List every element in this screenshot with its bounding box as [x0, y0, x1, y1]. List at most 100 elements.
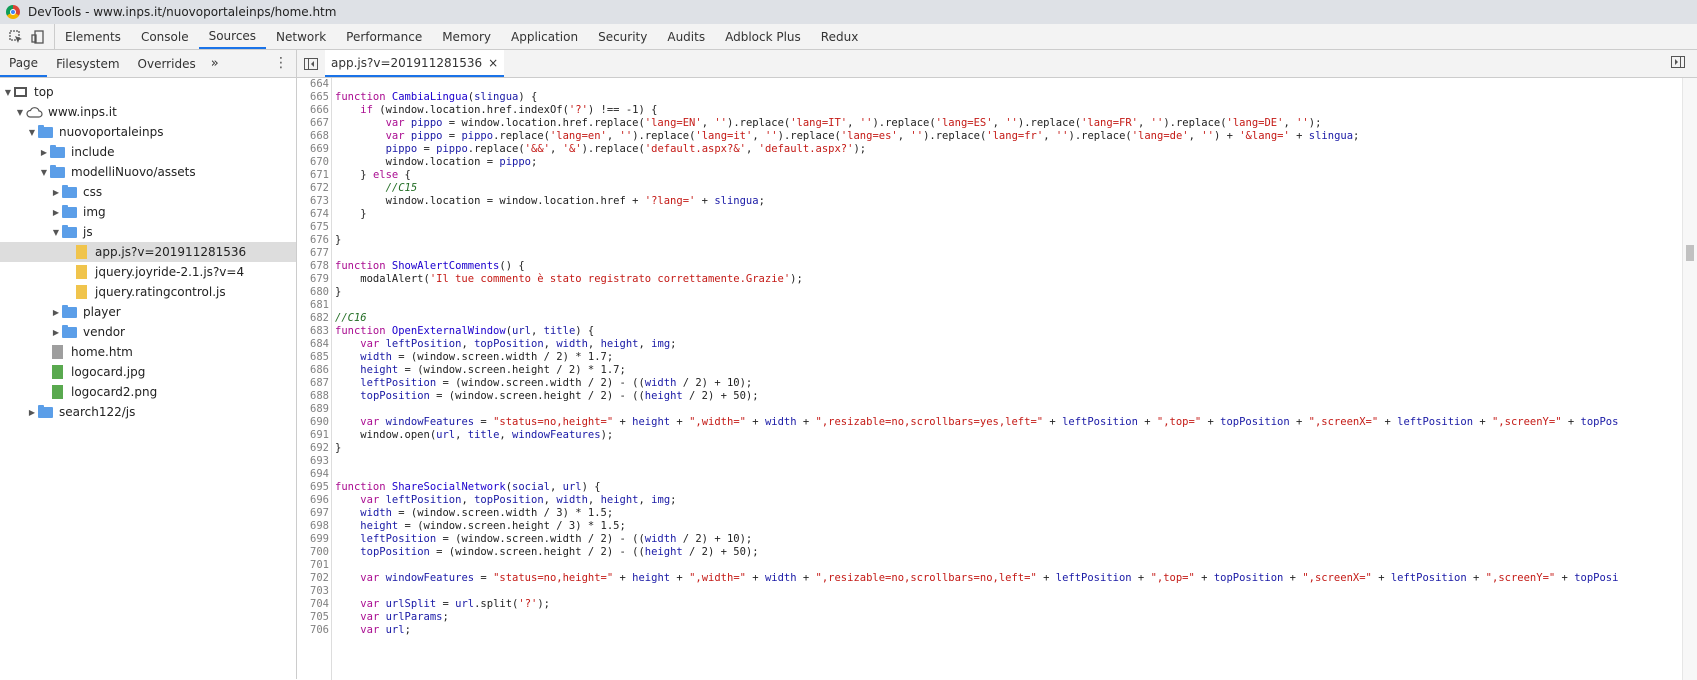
- toggle-navigator-icon[interactable]: [297, 50, 325, 77]
- caret-right-icon[interactable]: ▶: [50, 208, 62, 217]
- line-number[interactable]: 683: [297, 325, 329, 338]
- line-number[interactable]: 702: [297, 572, 329, 585]
- tree-item[interactable]: ▶ vendor: [0, 322, 296, 342]
- tab-redux[interactable]: Redux: [811, 24, 869, 49]
- line-number[interactable]: 684: [297, 338, 329, 351]
- tree-item[interactable]: ▶ css: [0, 182, 296, 202]
- tree-item[interactable]: ▶ player: [0, 302, 296, 322]
- tree-item[interactable]: ▼ www.inps.it: [0, 102, 296, 122]
- tab-network[interactable]: Network: [266, 24, 336, 49]
- line-number[interactable]: 687: [297, 377, 329, 390]
- line-number[interactable]: 689: [297, 403, 329, 416]
- tree-item[interactable]: jquery.joyride-2.1.js?v=4: [0, 262, 296, 282]
- tab-security[interactable]: Security: [588, 24, 657, 49]
- line-number[interactable]: 696: [297, 494, 329, 507]
- line-number[interactable]: 704: [297, 598, 329, 611]
- line-number[interactable]: 669: [297, 143, 329, 156]
- tab-overrides[interactable]: Overrides: [129, 50, 205, 77]
- tree-item[interactable]: ▼ nuovoportaleinps: [0, 122, 296, 142]
- line-number[interactable]: 666: [297, 104, 329, 117]
- line-number[interactable]: 677: [297, 247, 329, 260]
- line-number[interactable]: 686: [297, 364, 329, 377]
- tree-item[interactable]: ▼ modelliNuovo/assets: [0, 162, 296, 182]
- tab-adblock-plus[interactable]: Adblock Plus: [715, 24, 811, 49]
- line-number[interactable]: 668: [297, 130, 329, 143]
- tab-audits[interactable]: Audits: [657, 24, 715, 49]
- line-number[interactable]: 676: [297, 234, 329, 247]
- inspect-icon[interactable]: [8, 29, 24, 45]
- caret-right-icon[interactable]: ▶: [50, 308, 62, 317]
- toggle-debugger-icon[interactable]: [1671, 56, 1685, 71]
- folder-icon: [50, 144, 65, 158]
- tree-item[interactable]: logocard.jpg: [0, 362, 296, 382]
- caret-right-icon[interactable]: ▶: [50, 188, 62, 197]
- tree-item[interactable]: ▶ include: [0, 142, 296, 162]
- line-number[interactable]: 673: [297, 195, 329, 208]
- line-number[interactable]: 698: [297, 520, 329, 533]
- line-number[interactable]: 688: [297, 390, 329, 403]
- code-area[interactable]: 664 665 function CambiaLingua(slingua) {66…: [297, 78, 1697, 680]
- device-toolbar-icon[interactable]: [30, 29, 46, 45]
- line-number[interactable]: 700: [297, 546, 329, 559]
- line-number[interactable]: 679: [297, 273, 329, 286]
- line-number[interactable]: 682: [297, 312, 329, 325]
- line-number[interactable]: 664: [297, 78, 329, 91]
- tree-item[interactable]: home.htm: [0, 342, 296, 362]
- caret-right-icon[interactable]: ▶: [38, 148, 50, 157]
- caret-right-icon[interactable]: ▶: [50, 328, 62, 337]
- line-number[interactable]: 697: [297, 507, 329, 520]
- tree-item[interactable]: ▼ js: [0, 222, 296, 242]
- line-number[interactable]: 671: [297, 169, 329, 182]
- caret-down-icon[interactable]: ▼: [38, 168, 50, 177]
- line-number[interactable]: 667: [297, 117, 329, 130]
- tree-item[interactable]: ▼ top: [0, 82, 296, 102]
- scrollbar-thumb[interactable]: [1686, 245, 1694, 261]
- close-tab-icon[interactable]: ×: [488, 56, 498, 70]
- more-tabs-icon[interactable]: »: [205, 50, 225, 77]
- code-line: 705 var urlParams;: [297, 611, 1618, 624]
- tree-item[interactable]: app.js?v=201911281536: [0, 242, 296, 262]
- caret-right-icon[interactable]: ▶: [26, 408, 38, 417]
- tree-item[interactable]: ▶ search122/js: [0, 402, 296, 422]
- line-number[interactable]: 706: [297, 624, 329, 637]
- tab-page[interactable]: Page: [0, 50, 48, 77]
- vertical-scrollbar[interactable]: [1682, 78, 1697, 680]
- line-number[interactable]: 680: [297, 286, 329, 299]
- line-number[interactable]: 694: [297, 468, 329, 481]
- code-text: var windowFeatures = "status=no,height="…: [360, 572, 1619, 584]
- line-number[interactable]: 672: [297, 182, 329, 195]
- line-number[interactable]: 690: [297, 416, 329, 429]
- more-options-icon[interactable]: ⋮: [274, 56, 288, 70]
- line-number[interactable]: 703: [297, 585, 329, 598]
- line-number[interactable]: 705: [297, 611, 329, 624]
- line-number[interactable]: 674: [297, 208, 329, 221]
- tree-item[interactable]: logocard2.png: [0, 382, 296, 402]
- line-number[interactable]: 699: [297, 533, 329, 546]
- tab-elements[interactable]: Elements: [55, 24, 131, 49]
- open-file-tab[interactable]: app.js?v=201911281536 ×: [325, 50, 505, 77]
- line-number[interactable]: 681: [297, 299, 329, 312]
- tab-memory[interactable]: Memory: [432, 24, 501, 49]
- line-number[interactable]: 701: [297, 559, 329, 572]
- line-number[interactable]: 695: [297, 481, 329, 494]
- line-number[interactable]: 692: [297, 442, 329, 455]
- line-number[interactable]: 665: [297, 91, 329, 104]
- tree-item[interactable]: ▶ img: [0, 202, 296, 222]
- tree-item[interactable]: jquery.ratingcontrol.js: [0, 282, 296, 302]
- tab-performance[interactable]: Performance: [336, 24, 432, 49]
- line-number[interactable]: 691: [297, 429, 329, 442]
- tab-sources[interactable]: Sources: [198, 24, 267, 49]
- line-number[interactable]: 675: [297, 221, 329, 234]
- caret-down-icon[interactable]: ▼: [14, 108, 26, 117]
- line-number[interactable]: 678: [297, 260, 329, 273]
- tab-filesystem[interactable]: Filesystem: [47, 50, 128, 77]
- code-text: height = (window.screen.height / 2) * 1.…: [360, 364, 626, 376]
- line-number[interactable]: 693: [297, 455, 329, 468]
- caret-down-icon[interactable]: ▼: [2, 88, 14, 97]
- tab-application[interactable]: Application: [501, 24, 588, 49]
- line-number[interactable]: 685: [297, 351, 329, 364]
- line-number[interactable]: 670: [297, 156, 329, 169]
- caret-down-icon[interactable]: ▼: [50, 228, 62, 237]
- caret-down-icon[interactable]: ▼: [26, 128, 38, 137]
- tab-console[interactable]: Console: [131, 24, 199, 49]
